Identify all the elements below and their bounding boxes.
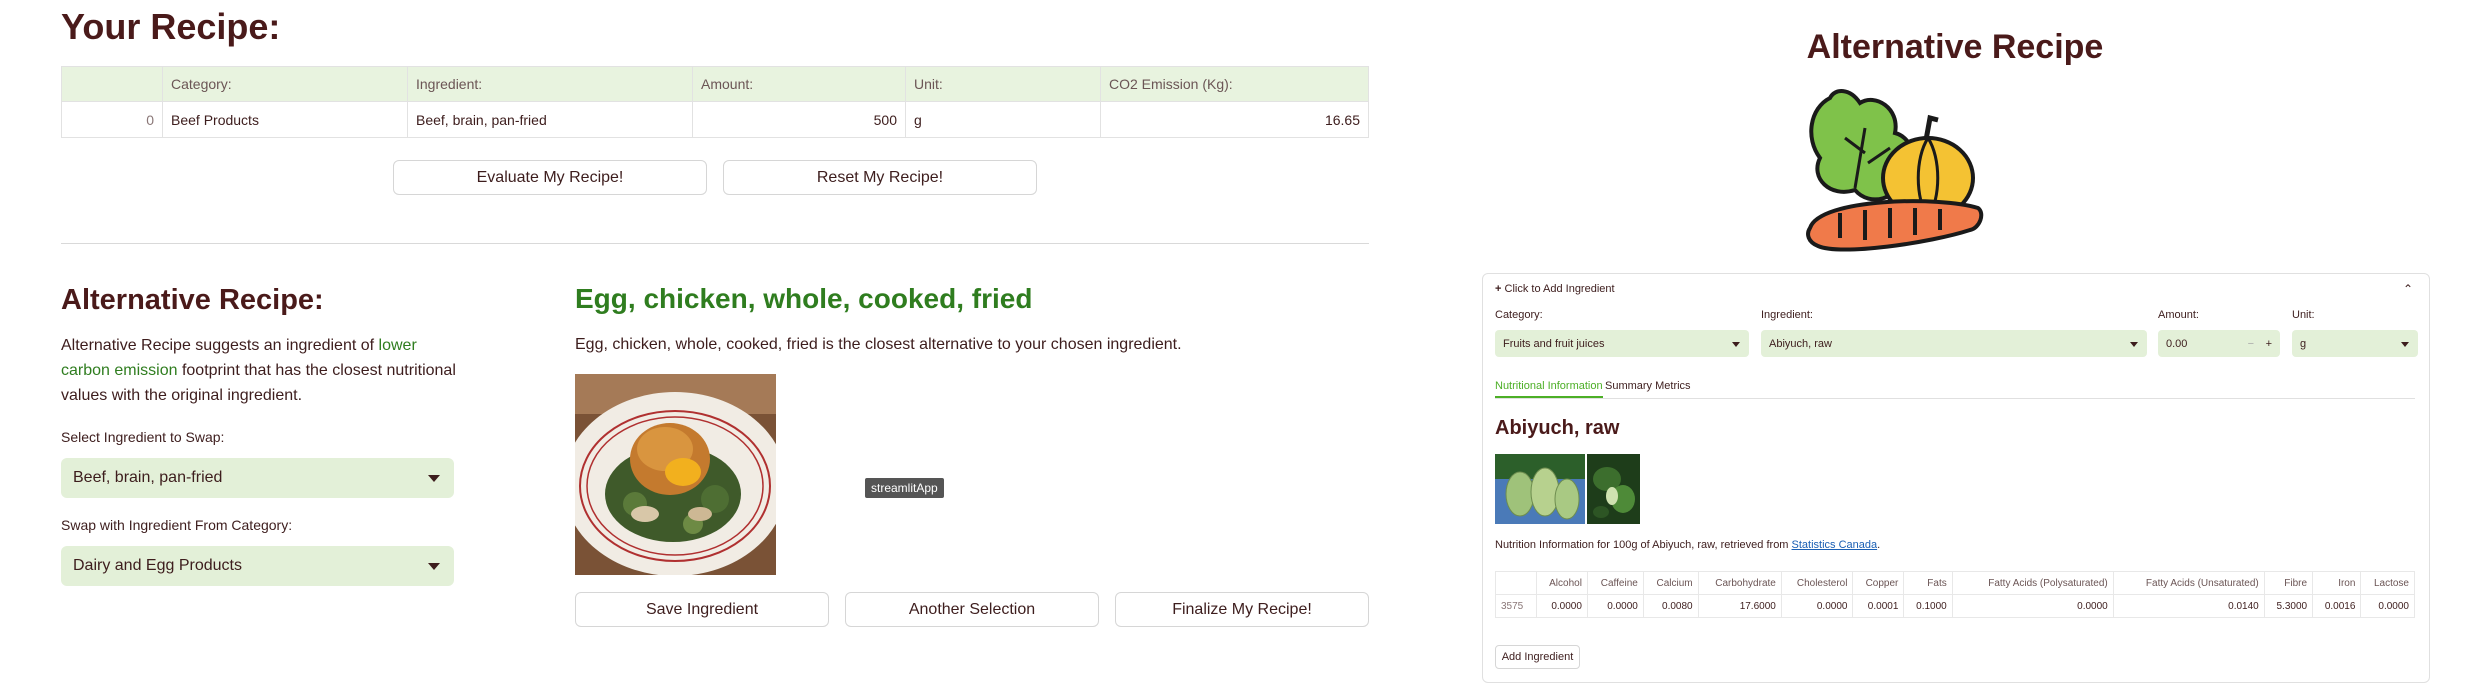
alternative-description: Alternative Recipe suggests an ingredien… bbox=[61, 333, 461, 408]
select-value: Dairy and Egg Products bbox=[73, 557, 242, 574]
column-header: Alcohol bbox=[1536, 571, 1588, 595]
fried-egg-image bbox=[575, 374, 776, 575]
column-header: Fibre bbox=[2263, 571, 2314, 595]
column-header: Category: bbox=[162, 66, 408, 102]
column-header: Ingredient: bbox=[407, 66, 693, 102]
select-value: Fruits and fruit juices bbox=[1503, 337, 1605, 350]
sidebar-title: Alternative Recipe bbox=[1806, 28, 2104, 66]
statistics-canada-link[interactable]: Statistics Canada bbox=[1792, 539, 1878, 551]
table-cell: 0.0000 bbox=[1536, 594, 1588, 618]
column-header bbox=[1495, 571, 1537, 595]
nutrition-source-text: Nutrition Information for 100g of Abiyuc… bbox=[1495, 539, 1880, 551]
amount-value: 0.00 bbox=[2166, 337, 2188, 350]
column-header: Unit: bbox=[905, 66, 1101, 102]
table-cell: 0.0016 bbox=[2312, 594, 2362, 618]
tab-nutritional-information[interactable]: Nutritional Information bbox=[1495, 380, 1603, 398]
table-cell: 0.0000 bbox=[1586, 594, 1644, 618]
column-header: Carbohydrate bbox=[1697, 571, 1782, 595]
plus-icon[interactable]: + bbox=[2266, 338, 2272, 350]
column-header: Fatty Acids (Unsaturated) bbox=[2112, 571, 2265, 595]
table-cell: 5.3000 bbox=[2263, 594, 2314, 618]
another-selection-button[interactable]: Another Selection bbox=[845, 592, 1099, 627]
abiyuch-tree-image bbox=[1587, 454, 1640, 524]
column-header: Amount: bbox=[692, 66, 906, 102]
chevron-down-icon bbox=[2130, 341, 2138, 347]
category-select[interactable]: Fruits and fruit juices bbox=[1495, 330, 1749, 357]
amount-label: Amount: bbox=[2158, 309, 2199, 321]
expander-header[interactable]: + Click to Add Ingredient bbox=[1495, 283, 1615, 295]
table-row: 3575 0.0000 0.0000 0.0080 17.6000 0.0000… bbox=[1495, 594, 2415, 618]
column-header: Lactose bbox=[2360, 571, 2415, 595]
column-header: Caffeine bbox=[1586, 571, 1644, 595]
save-ingredient-button[interactable]: Save Ingredient bbox=[575, 592, 829, 627]
amount-input[interactable]: 0.00 − + bbox=[2158, 330, 2280, 357]
vegetables-logo-icon bbox=[1800, 78, 1990, 260]
evaluate-recipe-button[interactable]: Evaluate My Recipe! bbox=[393, 160, 707, 195]
swap-category-select[interactable]: Dairy and Egg Products bbox=[61, 546, 454, 586]
ingredient-title: Abiyuch, raw bbox=[1495, 417, 1620, 439]
row-index: 0 bbox=[61, 101, 163, 138]
chevron-up-icon[interactable]: ⌃ bbox=[2403, 282, 2413, 296]
table-cell: 0.0080 bbox=[1642, 594, 1699, 618]
description-text: Alternative Recipe suggests an ingredien… bbox=[61, 337, 379, 354]
alternative-ingredient-name: Egg, chicken, whole, cooked, fried bbox=[575, 283, 1033, 314]
table-cell: 0.0000 bbox=[2360, 594, 2415, 618]
swap-category-label: Swap with Ingredient From Category: bbox=[61, 517, 293, 533]
minus-icon[interactable]: − bbox=[2248, 338, 2254, 350]
column-header: Copper bbox=[1852, 571, 1905, 595]
column-header: Cholesterol bbox=[1780, 571, 1854, 595]
select-value: Beef, brain, pan-fried bbox=[73, 469, 223, 486]
section-divider bbox=[61, 243, 1369, 244]
table-cell: 0.0000 bbox=[1951, 594, 2114, 618]
page-title: Your Recipe: bbox=[61, 6, 281, 47]
nutrition-text-suffix: . bbox=[1877, 539, 1881, 551]
cell-ingredient[interactable]: Beef, brain, pan-fried bbox=[407, 101, 693, 138]
table-row[interactable]: 0 Beef Products Beef, brain, pan-fried 5… bbox=[61, 101, 1369, 138]
expander-label: Click to Add Ingredient bbox=[1504, 283, 1615, 295]
ingredient-select[interactable]: Abiyuch, raw bbox=[1761, 330, 2147, 357]
column-header: Iron bbox=[2312, 571, 2362, 595]
category-label: Category: bbox=[1495, 309, 1543, 321]
column-header: Fats bbox=[1903, 571, 1953, 595]
cell-co2: 16.65 bbox=[1100, 101, 1369, 138]
unit-label: Unit: bbox=[2292, 309, 2315, 321]
select-value: g bbox=[2300, 337, 2307, 350]
table-cell: 0.0000 bbox=[1780, 594, 1854, 618]
unit-select[interactable]: g bbox=[2292, 330, 2418, 357]
ingredient-label: Ingredient: bbox=[1761, 309, 1813, 321]
cell-unit[interactable]: g bbox=[905, 101, 1101, 138]
cell-amount[interactable]: 500 bbox=[692, 101, 906, 138]
app-tooltip: streamlitApp bbox=[865, 478, 944, 498]
recipe-table: Category: Ingredient: Amount: Unit: CO2 … bbox=[61, 66, 1369, 138]
swap-ingredient-label: Select Ingredient to Swap: bbox=[61, 429, 225, 445]
nutrition-table: Alcohol Caffeine Calcium Carbohydrate Ch… bbox=[1495, 571, 2415, 618]
finalize-recipe-button[interactable]: Finalize My Recipe! bbox=[1115, 592, 1369, 627]
cell-category[interactable]: Beef Products bbox=[162, 101, 408, 138]
table-cell: 17.6000 bbox=[1697, 594, 1782, 618]
chevron-down-icon bbox=[428, 563, 440, 570]
tab-summary-metrics[interactable]: Summary Metrics bbox=[1605, 380, 1691, 392]
chevron-down-icon bbox=[2401, 341, 2409, 347]
chevron-down-icon bbox=[1732, 341, 1740, 347]
column-header bbox=[61, 66, 163, 102]
alternative-heading: Alternative Recipe: bbox=[61, 284, 324, 316]
alternative-ingredient-subtitle: Egg, chicken, whole, cooked, fried is th… bbox=[575, 336, 1182, 353]
row-index: 3575 bbox=[1495, 594, 1537, 618]
column-header: Fatty Acids (Polysaturated) bbox=[1951, 571, 2114, 595]
reset-recipe-button[interactable]: Reset My Recipe! bbox=[723, 160, 1037, 195]
select-value: Abiyuch, raw bbox=[1769, 337, 1832, 350]
chevron-down-icon bbox=[428, 475, 440, 482]
column-header: CO2 Emission (Kg): bbox=[1100, 66, 1369, 102]
swap-ingredient-select[interactable]: Beef, brain, pan-fried bbox=[61, 458, 454, 498]
table-cell: 0.0140 bbox=[2112, 594, 2265, 618]
abiyuch-image bbox=[1495, 454, 1585, 524]
add-ingredient-button[interactable]: Add Ingredient bbox=[1495, 645, 1580, 669]
column-header: Calcium bbox=[1642, 571, 1699, 595]
table-cell: 0.1000 bbox=[1903, 594, 1953, 618]
plus-icon: + bbox=[1495, 283, 1502, 295]
table-cell: 0.0001 bbox=[1852, 594, 1905, 618]
nutrition-tabs: Nutritional Information Summary Metrics bbox=[1495, 376, 2415, 399]
nutrition-text: Nutrition Information for 100g of Abiyuc… bbox=[1495, 539, 1792, 551]
